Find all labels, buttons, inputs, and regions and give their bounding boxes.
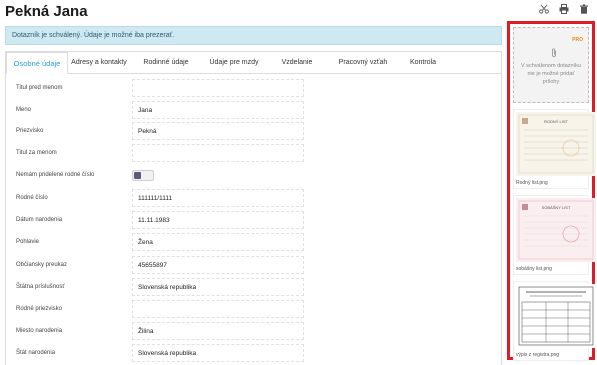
tab-kontrola[interactable]: Kontrola	[398, 52, 448, 73]
scissors-icon[interactable]	[539, 4, 549, 14]
titul-za-field[interactable]	[132, 144, 304, 162]
rodne-cislo-field[interactable]: 111111/1111	[132, 189, 304, 207]
attachment-vypis-z-registra[interactable]: výpis z registra.png	[513, 281, 596, 361]
form-row-statna-prislusnost: Štátna príslušnosť Slovenská republika	[5, 278, 495, 298]
form-row-pohlavie: Pohlavie Žena	[5, 233, 495, 253]
priezvisko-field[interactable]: Pekná	[132, 122, 304, 140]
label-meno: Meno	[16, 107, 32, 113]
attachments-panel: PRO V schválenom dotazníku nie je možné …	[507, 21, 596, 361]
label-rodne-cislo: Rodné číslo	[16, 195, 48, 201]
rodne-priezvisko-field[interactable]	[132, 300, 304, 318]
datum-narodenia-field[interactable]: 11.11.1983	[132, 211, 304, 229]
stat-narodenia-field[interactable]: Slovenská republika	[132, 344, 304, 362]
label-titul-pred: Titul pred menom	[16, 85, 63, 91]
tab-adresy-a-kontakty[interactable]: Adresy a kontakty	[68, 52, 130, 73]
tab-vzdelanie[interactable]: Vzdelanie	[266, 52, 328, 73]
paperclip-icon	[550, 48, 558, 58]
label-miesto-narodenia: Miesto narodenia	[16, 328, 63, 334]
label-pohlavie: Pohlavie	[16, 239, 40, 245]
attachment-sobasny-list[interactable]: SOBÁŠNY LIST sobášny list.png	[513, 195, 596, 275]
label-statna-prislusnost: Štátna príslušnosť	[16, 284, 65, 290]
label-rodne-priezvisko: Rodné priezvisko	[16, 306, 63, 312]
form-row-bez-rodneho-cisla: Nemám pridelené rodné číslo	[5, 166, 495, 186]
page: Pekná Jana Dotazník je schválený. Údaje …	[0, 0, 597, 365]
titul-pred-field[interactable]	[132, 79, 304, 97]
page-title: Pekná Jana	[5, 3, 88, 20]
form-row-meno: Meno Jana	[5, 101, 495, 121]
trash-icon[interactable]	[579, 4, 589, 14]
header-actions	[539, 4, 589, 14]
birth-certificate-thumbnail: RODNÝ LIST	[516, 112, 596, 176]
attachment-filename: Rodný list.png	[516, 180, 548, 186]
attachment-filename: výpis z registra.png	[516, 352, 560, 358]
tab-pracovny-vztah[interactable]: Pracovný vzťah	[328, 52, 398, 73]
label-bez-rodneho-cisla: Nemám pridelené rodné číslo	[16, 172, 95, 178]
tab-bar: Osobné údaje Adresy a kontakty Rodinné ú…	[6, 52, 501, 74]
doc-title: RODNÝ LIST	[544, 119, 569, 124]
form-row-stat-narodenia: Štát narodenia Slovenská republika	[5, 344, 495, 364]
register-extract-thumbnail	[516, 284, 596, 348]
label-titul-za: Titul za menom	[16, 150, 57, 156]
tab-osobne-udaje[interactable]: Osobné údaje	[6, 52, 68, 74]
upload-dropzone: PRO V schválenom dotazníku nie je možné …	[513, 27, 589, 103]
no-birth-number-toggle[interactable]	[132, 170, 154, 181]
doc-title: SOBÁŠNY LIST	[542, 205, 571, 210]
label-obciansky-preukaz: Občiansky preukaz	[16, 262, 68, 268]
approved-notice: Dotazník je schválený. Údaje je možné ib…	[5, 26, 502, 45]
attachment-rodny-list[interactable]: RODNÝ LIST Rodný list.png	[513, 109, 596, 189]
statna-prislusnost-field[interactable]: Slovenská republika	[132, 278, 304, 296]
form-row-priezvisko: Priezvisko Pekná	[5, 122, 495, 142]
form-row-titul-pred: Titul pred menom	[5, 79, 495, 99]
form-row-rodne-cislo: Rodné číslo 111111/1111	[5, 189, 495, 209]
form-row-miesto-narodenia: Miesto narodenia Žilina	[5, 322, 495, 342]
form-row-datum-narodenia: Dátum narodenia 11.11.1983	[5, 211, 495, 231]
toggle-knob	[134, 172, 141, 179]
print-icon[interactable]	[559, 4, 569, 14]
pohlavie-field[interactable]: Žena	[132, 233, 304, 251]
label-stat-narodenia: Štát narodenia	[16, 350, 56, 356]
pro-badge: PRO	[572, 37, 583, 43]
miesto-narodenia-field[interactable]: Žilina	[132, 322, 304, 340]
obciansky-preukaz-field[interactable]: 45655897	[132, 256, 304, 274]
form-row-titul-za: Titul za menom	[5, 144, 495, 164]
tab-rodinne-udaje[interactable]: Rodinné údaje	[130, 52, 202, 73]
form-row-obciansky-preukaz: Občiansky preukaz 45655897	[5, 256, 495, 276]
meno-field[interactable]: Jana	[132, 101, 304, 119]
marriage-certificate-thumbnail: SOBÁŠNY LIST	[516, 198, 596, 262]
tab-udaje-pre-mzdy[interactable]: Údaje pre mzdy	[202, 52, 266, 73]
label-datum-narodenia: Dátum narodenia	[16, 217, 63, 223]
attachment-filename: sobášny list.png	[516, 266, 552, 272]
form-row-rodne-priezvisko: Rodné priezvisko	[5, 300, 495, 320]
label-priezvisko: Priezvisko	[16, 128, 44, 134]
upload-disabled-message: V schválenom dotazníku nie je možné prid…	[521, 63, 581, 85]
